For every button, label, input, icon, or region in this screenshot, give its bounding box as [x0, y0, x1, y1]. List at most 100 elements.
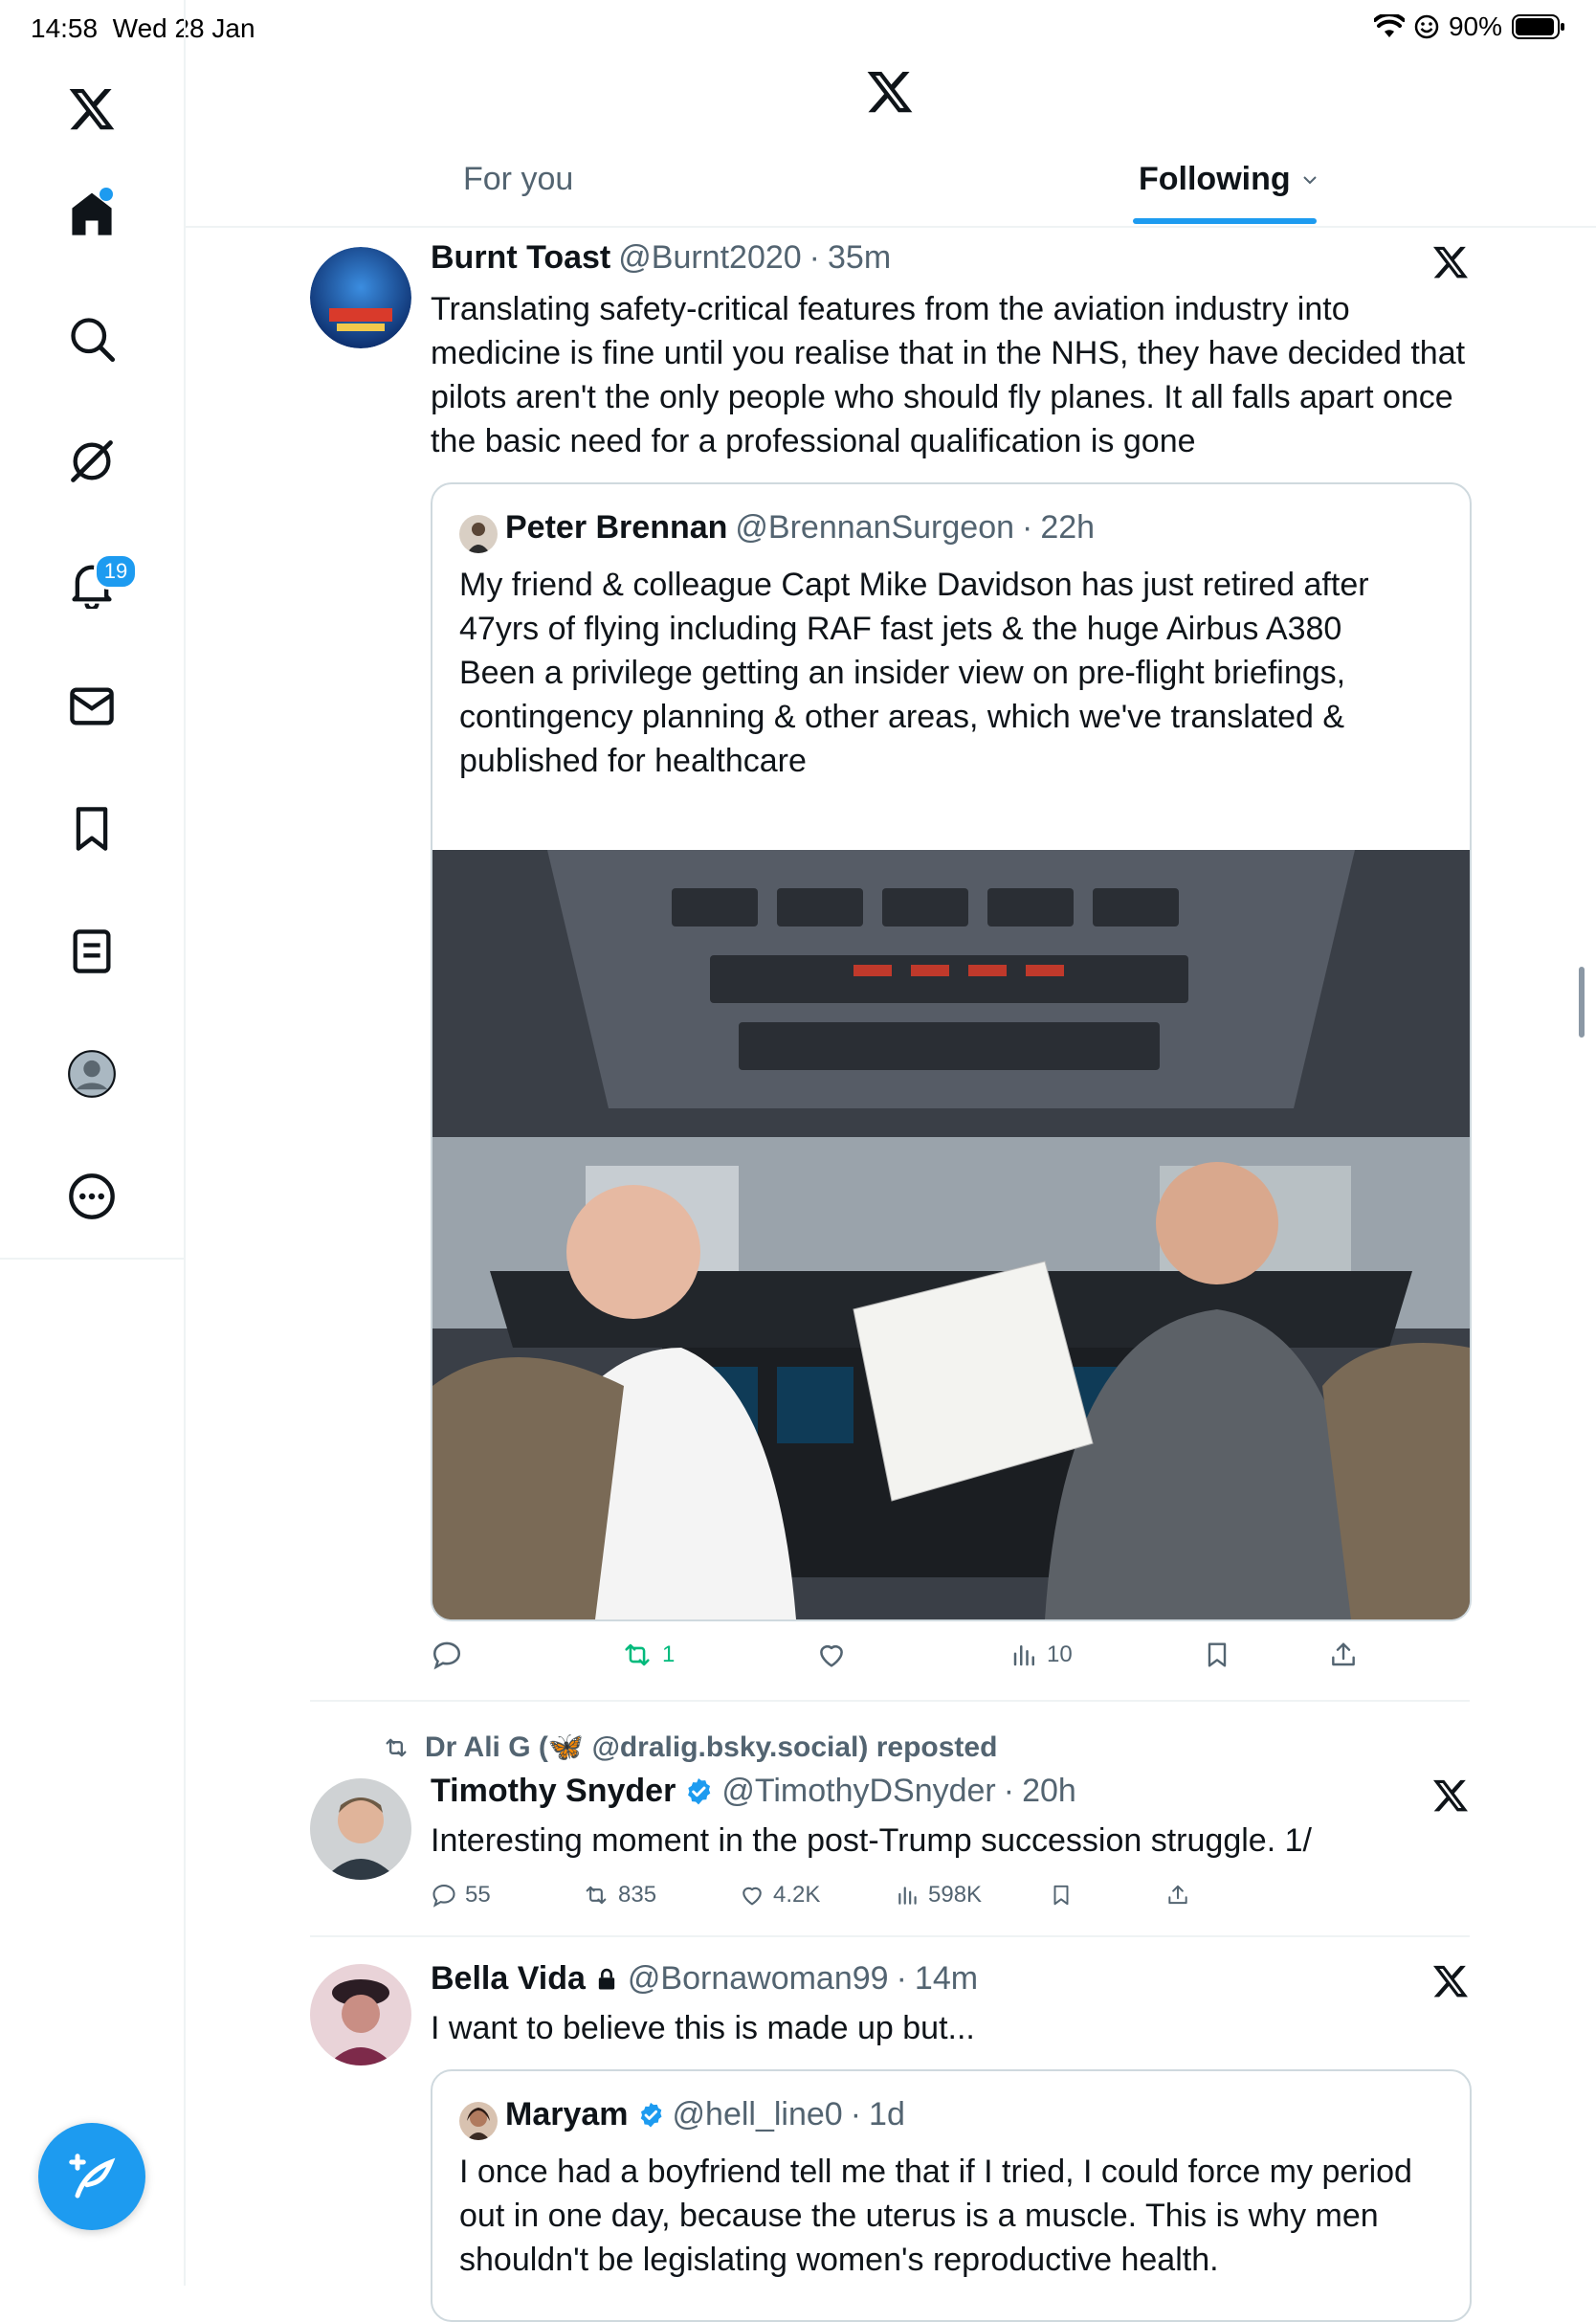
- reply-icon: [432, 1641, 461, 1670]
- more-options-icon[interactable]: [67, 1172, 117, 1221]
- repost-count: 835: [618, 1882, 657, 1908]
- quoted-text-para-1: My friend & colleague Capt Mike Davidson…: [459, 567, 1369, 647]
- quoted-post-time: 1d: [869, 2096, 905, 2132]
- quoted-author-name: Peter Brennan: [505, 509, 728, 546]
- wifi-icon: [1373, 14, 1405, 37]
- author-name[interactable]: Burnt Toast: [431, 239, 610, 277]
- like-button[interactable]: [815, 1639, 848, 1671]
- post-header: Burnt Toast @Burnt2020 · 35m: [431, 239, 891, 277]
- post-time[interactable]: 35m: [828, 239, 891, 277]
- x-grok-icon[interactable]: [1431, 1776, 1470, 1815]
- separator-dot: ·: [850, 2096, 862, 2132]
- tab-for-you[interactable]: For you: [463, 161, 573, 198]
- author-handle[interactable]: @TimothyDSnyder: [721, 1773, 995, 1810]
- like-button[interactable]: 4.2K: [739, 1882, 820, 1909]
- author-handle[interactable]: @Burnt2020: [618, 239, 801, 277]
- lists-icon[interactable]: [67, 927, 117, 976]
- quoted-author-handle: @hell_line0: [672, 2096, 843, 2132]
- reply-icon: [432, 1885, 455, 1908]
- quoted-post-header: Peter Brennan @BrennanSurgeon · 22h: [505, 509, 1095, 547]
- sidebar: 19: [0, 0, 186, 2286]
- quoted-author-avatar: [459, 515, 498, 553]
- sidebar-divider: [0, 1258, 184, 1260]
- reply-button[interactable]: [431, 1639, 463, 1671]
- quoted-post-image[interactable]: [432, 850, 1470, 1619]
- share-upload-icon: [1332, 1642, 1355, 1666]
- x-logo-icon[interactable]: [67, 84, 117, 134]
- separator-dot: ·: [809, 239, 820, 276]
- quoted-post-header: Maryam @hell_line0 · 1d: [505, 2096, 905, 2133]
- post-author-avatar[interactable]: [310, 247, 411, 348]
- post-header: Timothy Snyder @TimothyDSnyder · 20h: [431, 1773, 1076, 1810]
- compose-post-button[interactable]: [38, 2123, 145, 2230]
- repost-button[interactable]: 835: [582, 1882, 656, 1909]
- quoted-post-card[interactable]: Peter Brennan @BrennanSurgeon · 22h My f…: [431, 482, 1472, 1621]
- repost-icon: [625, 1643, 650, 1666]
- bookmark-icon: [1053, 1885, 1069, 1906]
- scrollbar[interactable]: [1579, 967, 1585, 1038]
- share-button[interactable]: [1328, 1639, 1359, 1671]
- tab-following[interactable]: Following: [1139, 161, 1319, 198]
- header-divider: [186, 226, 1596, 228]
- post-separator: [310, 1700, 1470, 1702]
- battery-percent: 90%: [1448, 11, 1502, 41]
- home-unread-dot: [100, 188, 113, 201]
- notifications-badge: 19: [94, 553, 138, 590]
- reply-button[interactable]: 55: [431, 1882, 491, 1909]
- profile-avatar-icon[interactable]: [67, 1049, 117, 1099]
- status-indicators: 90%: [1373, 11, 1565, 42]
- x-header-logo-icon: [867, 71, 913, 113]
- separator-dot: ·: [1003, 1773, 1015, 1809]
- quoted-text-para-2: Been a privilege getting an insider view…: [459, 655, 1346, 779]
- views-button[interactable]: 598K: [896, 1882, 982, 1909]
- x-grok-icon[interactable]: [1431, 1962, 1470, 2000]
- repost-icon: [586, 1886, 607, 1905]
- views-count: 10: [1047, 1641, 1073, 1667]
- search-icon[interactable]: [67, 314, 117, 364]
- post-text: Interesting moment in the post-Trump suc…: [431, 1822, 1312, 1859]
- tab-following-label: Following: [1139, 161, 1291, 197]
- post-text: Translating safety-critical features fro…: [431, 291, 1466, 459]
- quoted-author-name: Maryam: [505, 2096, 629, 2132]
- author-handle[interactable]: @Bornawoman99: [628, 1960, 889, 1998]
- separator-dot: ·: [896, 1960, 907, 1997]
- x-grok-icon[interactable]: [1431, 243, 1470, 281]
- post-author-avatar[interactable]: [310, 1964, 411, 2065]
- repost-context-text: Dr Ali G (🦋 @dralig.bsky.social) reposte…: [425, 1731, 998, 1763]
- tab-active-indicator: [1133, 218, 1317, 224]
- bookmark-button[interactable]: [1202, 1639, 1232, 1671]
- bookmark-icon: [1208, 1642, 1227, 1667]
- bookmark-button[interactable]: [1049, 1882, 1074, 1909]
- repost-count: 1: [662, 1641, 676, 1667]
- bookmarks-icon[interactable]: [67, 804, 117, 854]
- views-bar-chart-icon: [898, 1887, 917, 1905]
- post-text: I want to believe this is made up but...: [431, 2010, 975, 2046]
- quoted-author-avatar: [459, 2102, 498, 2140]
- verified-badge-icon: [688, 1777, 711, 1804]
- repost-button[interactable]: 1: [620, 1639, 675, 1671]
- quoted-post-time: 22h: [1040, 509, 1096, 546]
- messages-mail-icon[interactable]: [67, 681, 117, 731]
- post-author-avatar[interactable]: [310, 1778, 411, 1880]
- focus-smiley-icon: [1414, 14, 1439, 39]
- author-name[interactable]: Bella Vida: [431, 1960, 586, 1998]
- quoted-author-handle: @BrennanSurgeon: [735, 509, 1015, 546]
- heart-icon: [820, 1645, 843, 1667]
- repost-icon: [386, 1738, 407, 1756]
- separator-dot: ·: [1022, 509, 1033, 546]
- post-header: Bella Vida @Bornawoman99 · 14m: [431, 1960, 978, 1998]
- views-button[interactable]: 10: [1010, 1639, 1073, 1671]
- share-upload-icon: [1168, 1885, 1187, 1905]
- repost-context[interactable]: Dr Ali G (🦋 @dralig.bsky.social) reposte…: [381, 1730, 997, 1764]
- post-time[interactable]: 20h: [1022, 1773, 1076, 1810]
- quoted-post-card[interactable]: Maryam @hell_line0 · 1d I once had a boy…: [431, 2069, 1472, 2322]
- heart-icon: [743, 1887, 762, 1906]
- post-time[interactable]: 14m: [915, 1960, 978, 1998]
- compose-feather-icon: [69, 2154, 116, 2199]
- grok-icon[interactable]: [67, 436, 117, 486]
- verified-badge-icon: [640, 2102, 662, 2127]
- author-name[interactable]: Timothy Snyder: [431, 1773, 676, 1810]
- quoted-text-para-1: I once had a boyfriend tell me that if I…: [459, 2154, 1412, 2278]
- share-button[interactable]: [1165, 1882, 1190, 1909]
- chevron-down-icon: [1302, 175, 1317, 184]
